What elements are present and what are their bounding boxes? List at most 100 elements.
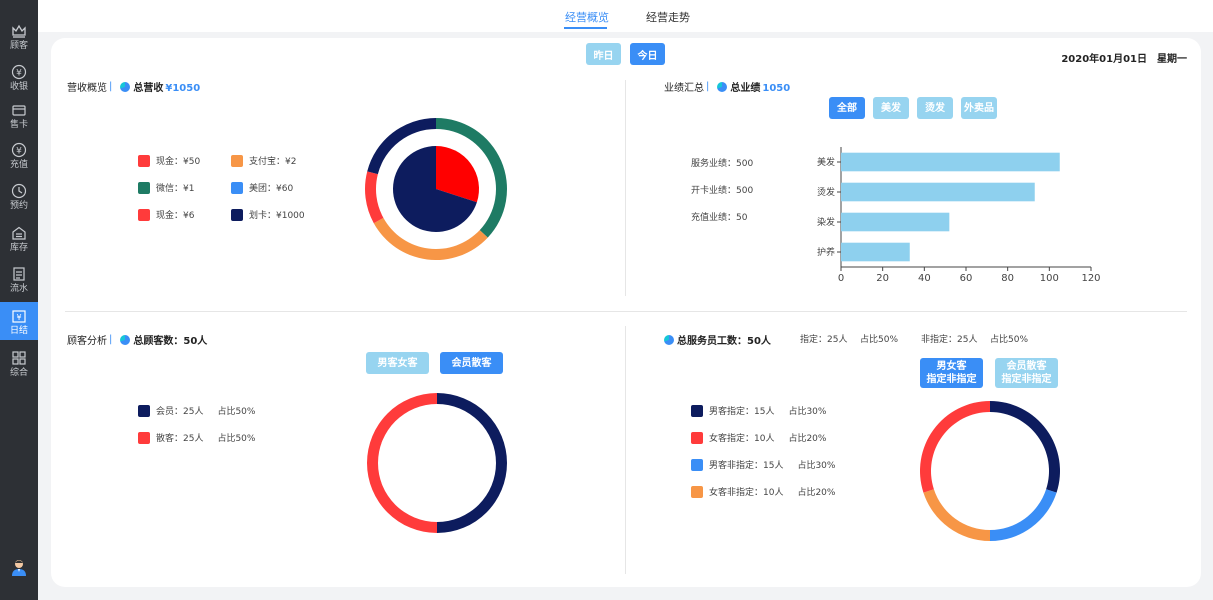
- legend-label: 女客指定：10人: [709, 434, 775, 444]
- nav-item-customers[interactable]: 顾客: [0, 17, 38, 55]
- y-tick-label: 护养: [817, 246, 835, 258]
- y-tick-label: 烫发: [817, 186, 835, 198]
- customers-donut-chart: [367, 393, 507, 533]
- legend-item: 支付宝：¥2: [231, 154, 296, 167]
- legend-item: 女客非指定：10人 占比20%: [691, 485, 835, 498]
- tab-trend[interactable]: 经营走势: [646, 9, 690, 25]
- recharge-performance: 充值业绩：50: [691, 213, 748, 223]
- toggle-member-button[interactable]: 会员散客: [440, 352, 503, 374]
- yesterday-button[interactable]: 昨日: [586, 43, 621, 65]
- service-performance: 服务业绩：500: [691, 159, 754, 169]
- legend-swatch: [138, 431, 150, 444]
- nav-item-inventory[interactable]: 库存: [0, 219, 38, 257]
- designated-count: 指定：25人: [800, 335, 848, 345]
- customers-total-value: 50人: [183, 336, 208, 347]
- x-tick-label: 120: [1081, 273, 1100, 284]
- legend-label: 微信：¥1: [156, 184, 195, 194]
- revenue-ring-slice: [365, 171, 384, 224]
- button-line: 指定非指定: [926, 374, 977, 385]
- y-tick-label: 美发: [817, 156, 835, 168]
- nav-label: 日结: [9, 325, 28, 336]
- svg-text:¥: ¥: [16, 68, 22, 78]
- bar: [841, 152, 1060, 172]
- nav-item-cashier[interactable]: ¥ 收银: [0, 58, 38, 96]
- staff-donut-chart: [920, 401, 1060, 541]
- grid-icon: [10, 349, 28, 367]
- nav-item-daily-settlement[interactable]: ¥ 日结: [0, 302, 38, 340]
- filter-takeaway-button[interactable]: 外卖品: [961, 97, 997, 119]
- customers-ring-slice: [367, 393, 437, 533]
- svg-text:¥: ¥: [16, 146, 22, 156]
- button-line: 男女客: [936, 361, 967, 372]
- legend-item: 女客指定：10人 占比20%: [691, 431, 826, 444]
- button-line: 指定非指定: [1001, 374, 1052, 385]
- legend-percent: 占比20%: [797, 488, 836, 498]
- legend-label: 男客指定：15人: [709, 407, 775, 417]
- revenue-total-value: ¥1050: [165, 83, 201, 94]
- calendar-yen-icon: ¥: [10, 307, 28, 325]
- x-tick-label: 20: [876, 273, 889, 284]
- x-tick-label: 40: [918, 273, 931, 284]
- nav-item-sell-card[interactable]: 售卡: [0, 96, 38, 134]
- divider-horizontal: [65, 311, 1187, 312]
- performance-total-value: 1050: [762, 83, 791, 94]
- legend-item: 现金：¥6: [138, 208, 194, 221]
- revenue-total-label: 总营收: [133, 83, 164, 94]
- nav-item-recharge[interactable]: ¥ 充值: [0, 136, 38, 174]
- legend-swatch: [138, 208, 150, 221]
- legend-item: 现金：¥50: [138, 154, 200, 167]
- pie-chart-icon: [664, 334, 674, 345]
- bar: [841, 242, 910, 262]
- legend-swatch: [231, 181, 243, 194]
- revenue-title: 营收概览: [67, 83, 107, 94]
- nav-item-comprehensive[interactable]: 综合: [0, 344, 38, 382]
- nav-item-flow[interactable]: 流水: [0, 260, 38, 298]
- dashboard-card: 昨日 今日 2020年01月01日 星期一 营收概览 | 总营收 ¥1050 现金：…: [51, 38, 1201, 587]
- toggle-member-designated-button[interactable]: 会员散客 指定非指定: [995, 358, 1058, 388]
- nav-item-appointment[interactable]: 预约: [0, 177, 38, 215]
- y-tick-label: 染发: [817, 216, 835, 228]
- legend-label: 支付宝：¥2: [249, 157, 297, 167]
- card-icon: [10, 101, 28, 119]
- filter-hair-button[interactable]: 美发: [873, 97, 909, 119]
- customers-total: 总顾客数：50人: [133, 332, 207, 347]
- performance-title: 业绩汇总: [664, 83, 704, 94]
- revenue-section-title: 营收概览 | 总营收 ¥1050: [67, 79, 200, 94]
- legend-swatch: [231, 154, 243, 167]
- nav-label: 售卡: [9, 119, 28, 130]
- tab-overview[interactable]: 经营概览: [565, 9, 609, 25]
- performance-section-title: 业绩汇总 | 总业绩 1050: [664, 79, 790, 94]
- toggle-gender-designated-button[interactable]: 男女客 指定非指定: [920, 358, 983, 388]
- staff-ring-slice: [923, 489, 990, 541]
- nav-label: 综合: [9, 367, 28, 378]
- today-button[interactable]: 今日: [630, 43, 665, 65]
- legend-item: 男客非指定：15人 占比30%: [691, 458, 835, 471]
- button-line: 会员散客: [1006, 361, 1047, 372]
- legend-swatch: [231, 208, 243, 221]
- nav-label: 库存: [9, 242, 28, 253]
- pie-chart-icon: [120, 334, 131, 345]
- legend-item: 微信：¥1: [138, 181, 194, 194]
- legend-percent: 占比30%: [788, 407, 827, 417]
- crown-icon: [10, 22, 28, 40]
- nav-label: 预约: [9, 200, 28, 211]
- legend-item: 散客：25人 占比50%: [138, 431, 255, 444]
- legend-label: 散客：25人: [156, 434, 204, 444]
- toggle-gender-button[interactable]: 男客女客: [366, 352, 429, 374]
- filter-perm-button[interactable]: 烫发: [917, 97, 953, 119]
- clock-icon: [10, 182, 28, 200]
- performance-total-label: 总业绩: [730, 83, 761, 94]
- legend-percent: 占比50%: [217, 407, 256, 417]
- staff-total: 总服务员工数：50人: [677, 332, 771, 347]
- user-avatar-icon[interactable]: [9, 557, 29, 577]
- legend-swatch: [691, 458, 703, 471]
- filter-all-button[interactable]: 全部: [829, 97, 865, 119]
- legend-swatch: [691, 404, 703, 417]
- x-tick-label: 0: [838, 273, 844, 284]
- customers-title: 顾客分析: [67, 336, 107, 347]
- tab-active-indicator: [564, 27, 607, 29]
- title-separator: |: [109, 81, 113, 92]
- yen-circle-icon: ¥: [10, 63, 28, 81]
- divider-vertical-top: [625, 80, 626, 296]
- designated-percent: 占比50%: [860, 335, 899, 345]
